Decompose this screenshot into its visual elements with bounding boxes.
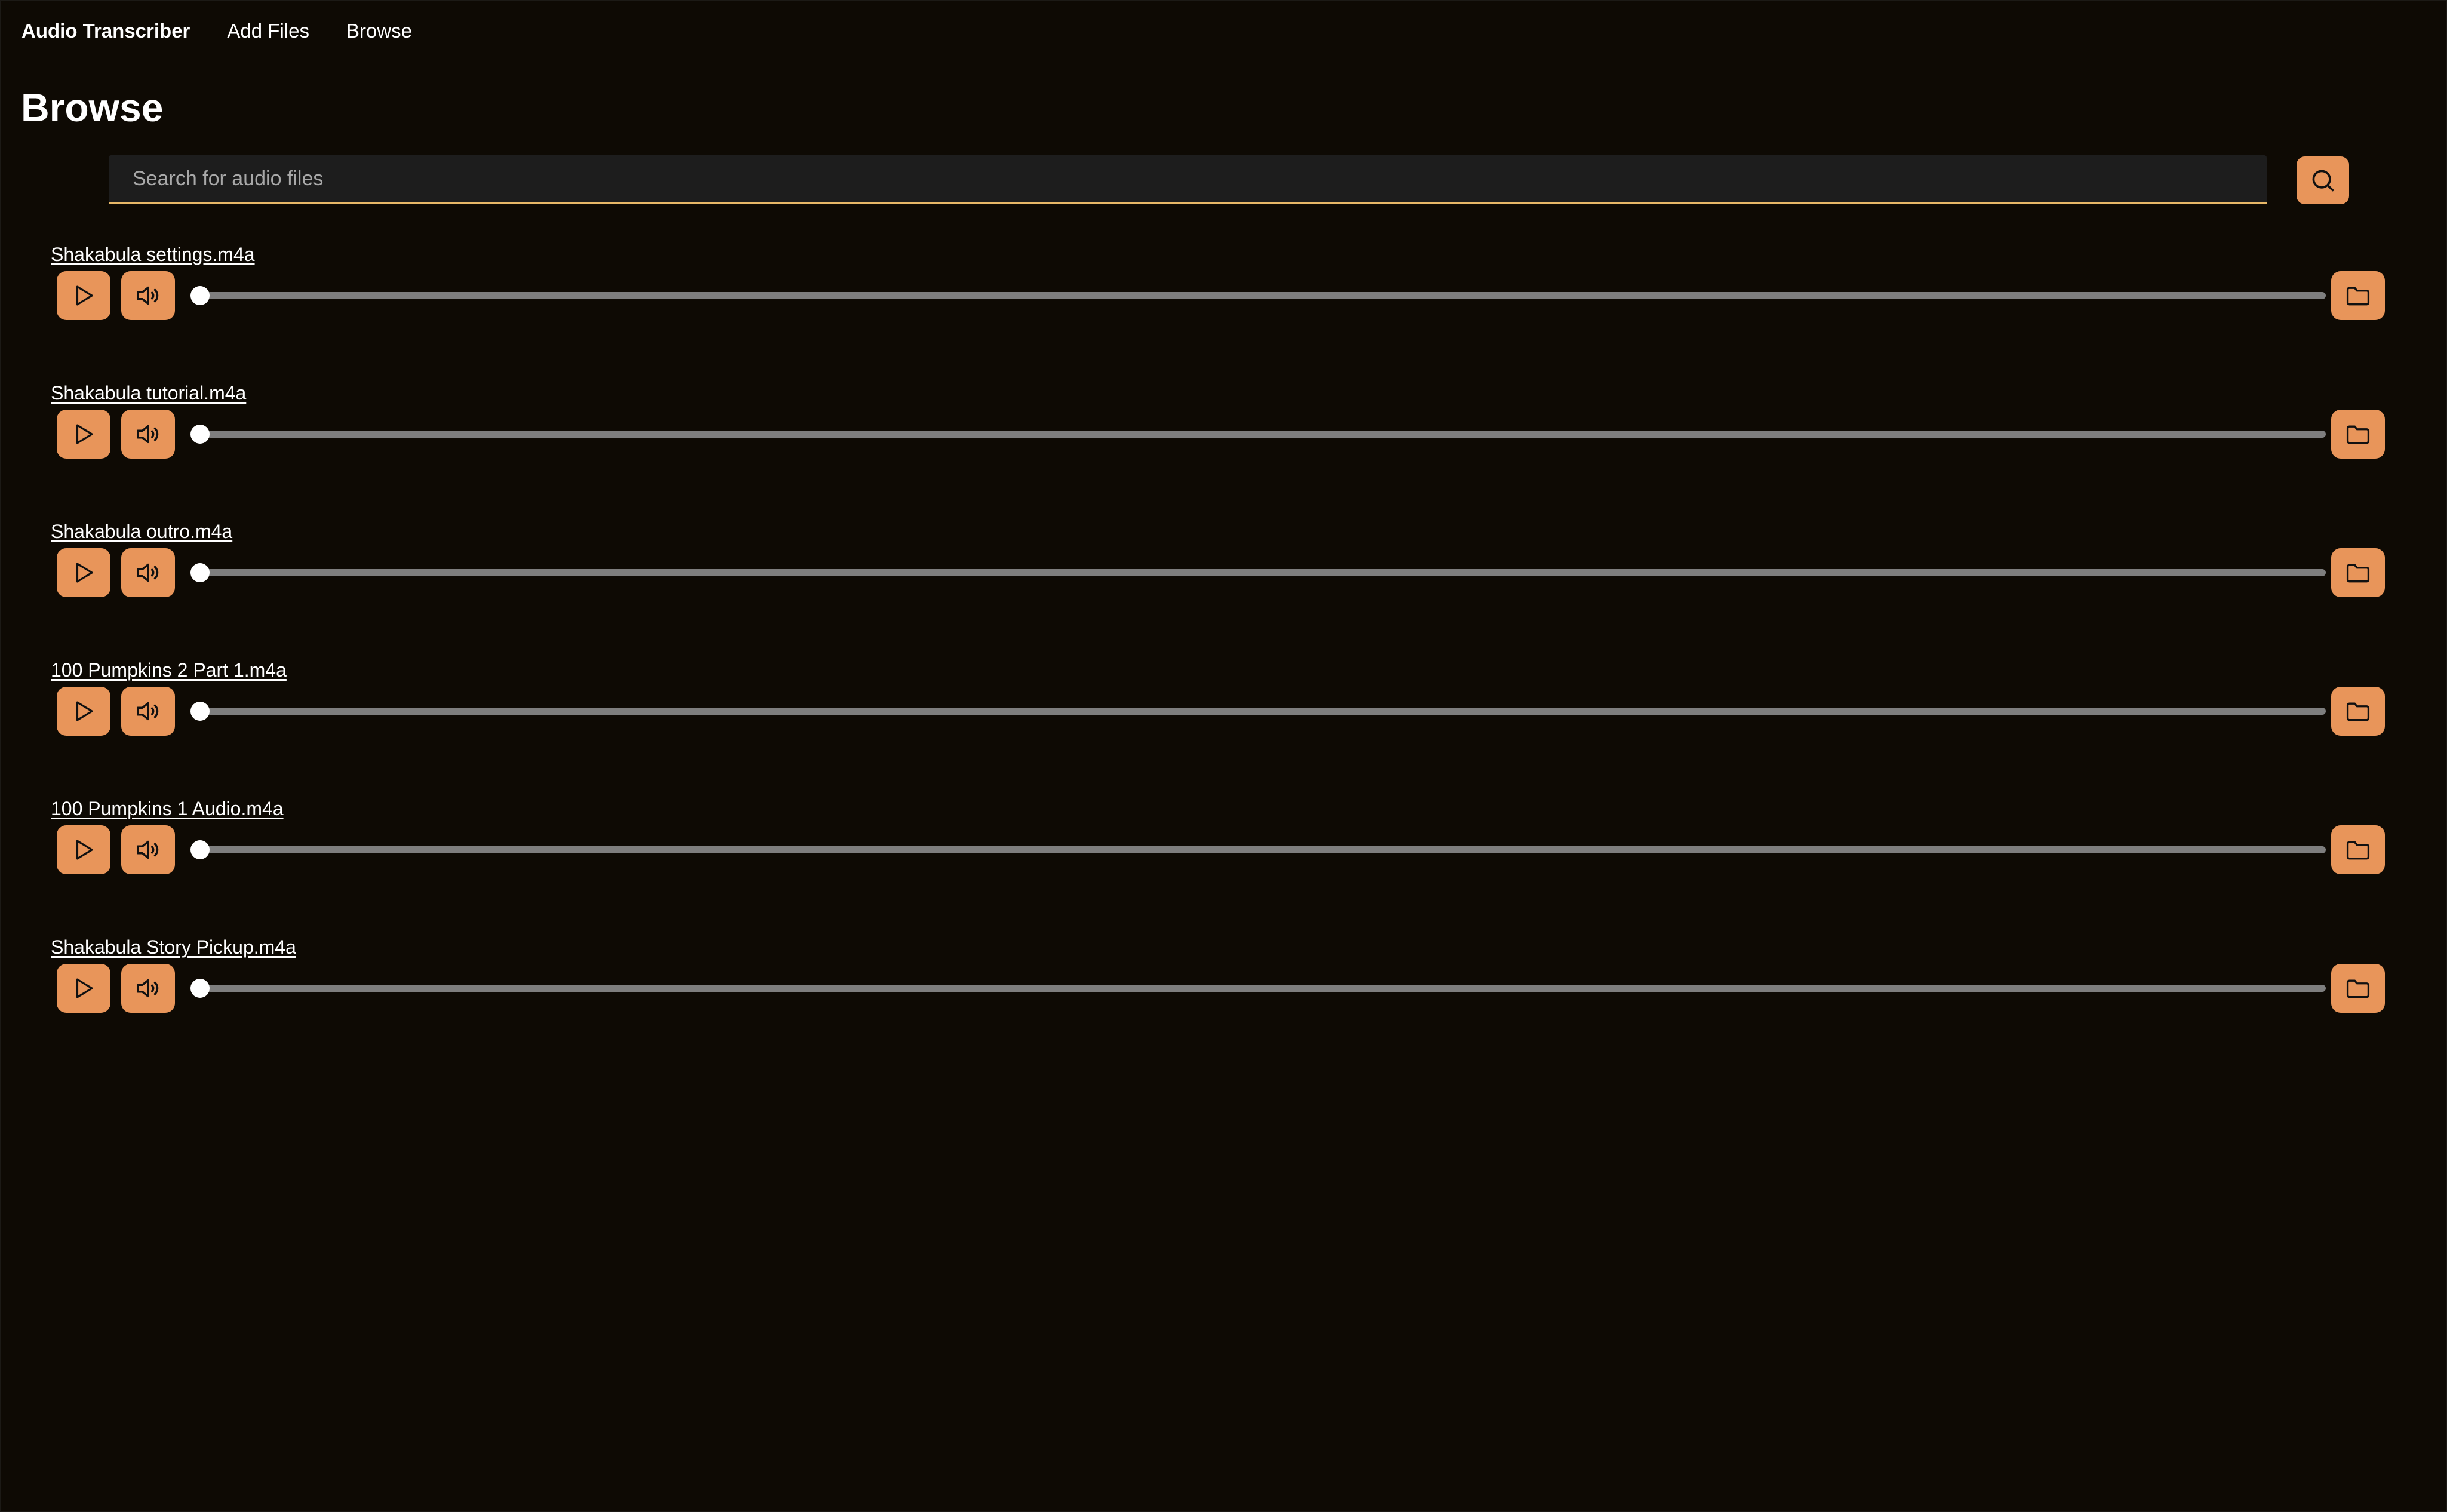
search-icon: [2310, 167, 2336, 193]
open-folder-button[interactable]: [2331, 271, 2385, 320]
seek-slider-thumb[interactable]: [190, 286, 210, 305]
audio-file-item: Shakabula outro.m4a: [1, 518, 2447, 638]
seek-slider[interactable]: [190, 979, 2326, 998]
volume-icon: [134, 559, 162, 586]
open-folder-button[interactable]: [2331, 410, 2385, 459]
audio-file-item: 100 Pumpkins 2 Part 1.m4a: [1, 657, 2447, 776]
audio-file-item: 100 Pumpkins 1 Audio.m4a: [1, 795, 2447, 915]
audio-file-name[interactable]: 100 Pumpkins 1 Audio.m4a: [51, 795, 284, 822]
app-brand[interactable]: Audio Transcriber: [21, 20, 190, 42]
audio-file-item: Shakabula tutorial.m4a: [1, 380, 2447, 499]
play-button[interactable]: [57, 271, 110, 320]
volume-icon: [134, 420, 162, 448]
open-folder-button[interactable]: [2331, 548, 2385, 597]
folder-icon: [2345, 421, 2371, 447]
folder-icon: [2345, 698, 2371, 724]
open-folder-button[interactable]: [2331, 964, 2385, 1013]
folder-icon: [2345, 975, 2371, 1001]
folder-icon: [2345, 560, 2371, 586]
volume-icon: [134, 697, 162, 725]
play-button[interactable]: [57, 964, 110, 1013]
volume-icon: [134, 282, 162, 309]
audio-file-item: Shakabula settings.m4a: [1, 241, 2447, 361]
nav-add-files[interactable]: Add Files: [227, 20, 309, 42]
seek-slider[interactable]: [190, 563, 2326, 582]
seek-slider[interactable]: [190, 840, 2326, 859]
audio-file-item: Shakabula Story Pickup.m4a: [1, 934, 2447, 1053]
play-icon: [71, 976, 96, 1001]
nav-browse[interactable]: Browse: [346, 20, 412, 42]
audio-file-name[interactable]: Shakabula settings.m4a: [51, 241, 255, 268]
folder-icon: [2345, 837, 2371, 863]
volume-button[interactable]: [121, 410, 175, 459]
page-title: Browse: [21, 85, 164, 130]
app-window: Audio Transcriber Add Files Browse Brows…: [0, 0, 2447, 1512]
open-folder-button[interactable]: [2331, 825, 2385, 874]
volume-icon: [134, 975, 162, 1002]
search-input[interactable]: [109, 155, 2267, 204]
play-button[interactable]: [57, 410, 110, 459]
seek-slider-thumb[interactable]: [190, 702, 210, 721]
play-icon: [71, 699, 96, 724]
play-icon: [71, 422, 96, 447]
seek-slider-thumb[interactable]: [190, 425, 210, 444]
seek-slider[interactable]: [190, 286, 2326, 305]
volume-button[interactable]: [121, 548, 175, 597]
volume-button[interactable]: [121, 825, 175, 874]
seek-slider[interactable]: [190, 702, 2326, 721]
play-button[interactable]: [57, 687, 110, 736]
top-nav: Audio Transcriber Add Files Browse: [21, 17, 412, 45]
audio-file-name[interactable]: Shakabula tutorial.m4a: [51, 380, 246, 406]
audio-file-name[interactable]: Shakabula outro.m4a: [51, 518, 232, 545]
play-button[interactable]: [57, 548, 110, 597]
audio-file-name[interactable]: Shakabula Story Pickup.m4a: [51, 934, 296, 960]
audio-file-name[interactable]: 100 Pumpkins 2 Part 1.m4a: [51, 657, 287, 683]
volume-button[interactable]: [121, 271, 175, 320]
play-button[interactable]: [57, 825, 110, 874]
play-icon: [71, 837, 96, 862]
play-icon: [71, 560, 96, 585]
open-folder-button[interactable]: [2331, 687, 2385, 736]
volume-button[interactable]: [121, 687, 175, 736]
volume-button[interactable]: [121, 964, 175, 1013]
seek-slider-thumb[interactable]: [190, 979, 210, 998]
folder-icon: [2345, 282, 2371, 309]
play-icon: [71, 283, 96, 308]
search-button[interactable]: [2297, 156, 2349, 204]
seek-slider-thumb[interactable]: [190, 563, 210, 582]
volume-icon: [134, 836, 162, 863]
seek-slider-thumb[interactable]: [190, 840, 210, 859]
seek-slider[interactable]: [190, 425, 2326, 444]
